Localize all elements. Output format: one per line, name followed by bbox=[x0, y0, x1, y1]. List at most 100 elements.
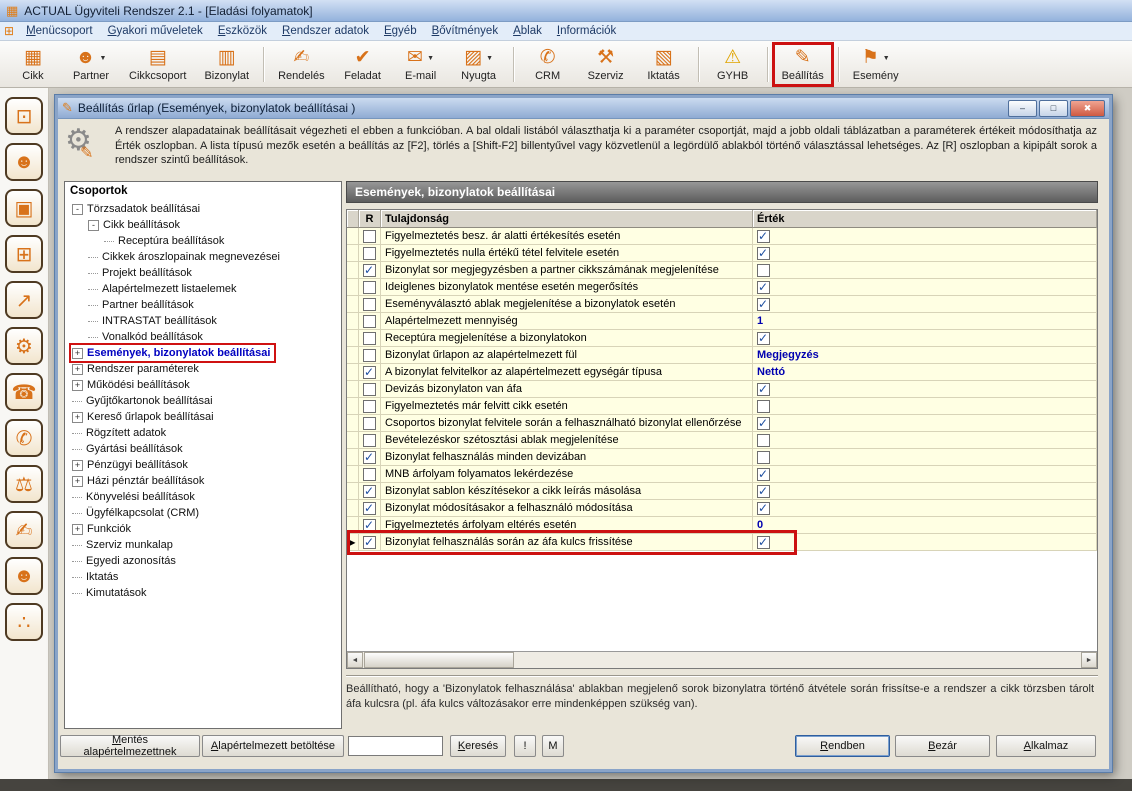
table-row[interactable]: MNB árfolyam folyamatos lekérdezése bbox=[347, 466, 1097, 483]
chart-icon[interactable]: ↗ bbox=[5, 281, 43, 319]
quick-search-input[interactable] bbox=[348, 736, 443, 756]
system-flag-cell[interactable] bbox=[359, 449, 381, 466]
tree-item[interactable]: Ügyfélkapcsolat (CRM) bbox=[71, 505, 203, 521]
system-checkbox[interactable] bbox=[363, 451, 376, 464]
value-cell[interactable] bbox=[753, 534, 1097, 551]
value-cell[interactable] bbox=[753, 228, 1097, 245]
tree-item[interactable]: Gyűjtőkartonok beállításai bbox=[71, 393, 217, 409]
tree-item[interactable]: +Funkciók bbox=[71, 521, 135, 537]
system-flag-cell[interactable] bbox=[359, 228, 381, 245]
m-button[interactable]: M bbox=[542, 735, 564, 757]
table-row[interactable]: Bizonylat űrlapon az alapértelmezett fül… bbox=[347, 347, 1097, 364]
display-icon[interactable]: ⊡ bbox=[5, 97, 43, 135]
value-cell[interactable] bbox=[753, 279, 1097, 296]
scroll-left-button[interactable]: ◄ bbox=[347, 652, 363, 668]
value-cell[interactable] bbox=[753, 381, 1097, 398]
value-cell[interactable] bbox=[753, 432, 1097, 449]
value-checkbox[interactable] bbox=[757, 536, 770, 549]
menu-item[interactable]: Rendszer adatok bbox=[275, 23, 376, 39]
table-row[interactable]: Bizonylat módosításakor a felhasználó mó… bbox=[347, 500, 1097, 517]
system-checkbox[interactable] bbox=[363, 536, 376, 549]
system-checkbox[interactable] bbox=[363, 247, 376, 260]
scroll-thumb[interactable] bbox=[364, 652, 514, 668]
value-cell[interactable]: 1 bbox=[753, 313, 1097, 330]
value-checkbox[interactable] bbox=[757, 417, 770, 430]
orgchart-icon[interactable]: ∴ bbox=[5, 603, 43, 641]
tree-item[interactable]: +Kereső űrlapok beállításai bbox=[71, 409, 218, 425]
tree-item[interactable]: Kimutatások bbox=[71, 585, 151, 601]
system-flag-cell[interactable] bbox=[359, 534, 381, 551]
call-icon[interactable]: ✆ bbox=[5, 419, 43, 457]
toolbar-order-button[interactable]: ✍Rendelés bbox=[269, 43, 333, 86]
tree-item[interactable]: +Pénzügyi beállítások bbox=[71, 457, 192, 473]
value-checkbox[interactable] bbox=[757, 264, 770, 277]
modules-icon[interactable]: ⊞ bbox=[5, 235, 43, 273]
system-flag-cell[interactable] bbox=[359, 262, 381, 279]
system-flag-cell[interactable] bbox=[359, 415, 381, 432]
system-flag-cell[interactable] bbox=[359, 245, 381, 262]
system-flag-cell[interactable] bbox=[359, 381, 381, 398]
toolbar-crm-button[interactable]: ✆CRM bbox=[519, 43, 577, 86]
maximize-button[interactable]: □ bbox=[1039, 100, 1068, 117]
value-cell[interactable] bbox=[753, 449, 1097, 466]
dropdown-caret-icon[interactable]: ▼ bbox=[427, 55, 434, 62]
tree-item[interactable]: Szerviz munkalap bbox=[71, 537, 177, 553]
table-row[interactable]: Bizonylat sor megjegyzésben a partner ci… bbox=[347, 262, 1097, 279]
system-checkbox[interactable] bbox=[363, 366, 376, 379]
tree-item[interactable]: -Cikk beállítások bbox=[87, 217, 184, 233]
minimize-button[interactable]: – bbox=[1008, 100, 1037, 117]
system-flag-cell[interactable] bbox=[359, 483, 381, 500]
tree-item[interactable]: INTRASTAT beállítások bbox=[87, 313, 221, 329]
tree-item[interactable]: +Működési beállítások bbox=[71, 377, 194, 393]
tree-item[interactable]: Partner beállítások bbox=[87, 297, 198, 313]
horizontal-scrollbar[interactable]: ◄ ► bbox=[347, 651, 1097, 668]
menu-item[interactable]: Gyakori műveletek bbox=[101, 23, 210, 39]
system-checkbox[interactable] bbox=[363, 519, 376, 532]
tree-item[interactable]: Könyvelési beállítások bbox=[71, 489, 199, 505]
table-row[interactable]: Figyelmeztetés árfolyam eltérés esetén0 bbox=[347, 517, 1097, 534]
menu-item[interactable]: Ablak bbox=[506, 23, 549, 39]
toolbar-service-button[interactable]: ⚒Szerviz bbox=[577, 43, 635, 86]
system-checkbox[interactable] bbox=[363, 468, 376, 481]
table-row[interactable]: Figyelmeztetés már felvitt cikk esetén bbox=[347, 398, 1097, 415]
value-cell[interactable]: Nettó bbox=[753, 364, 1097, 381]
tree-item[interactable]: -Törzsadatok beállításai bbox=[71, 201, 204, 217]
table-row[interactable]: Bizonylat sablon készítésekor a cikk leí… bbox=[347, 483, 1097, 500]
customer-icon[interactable]: ☻ bbox=[5, 143, 43, 181]
cart-icon[interactable]: ▣ bbox=[5, 189, 43, 227]
toolbar-receipt-button[interactable]: ▨▼Nyugta bbox=[450, 43, 508, 86]
value-cell[interactable] bbox=[753, 398, 1097, 415]
value-checkbox[interactable] bbox=[757, 247, 770, 260]
system-checkbox[interactable] bbox=[363, 315, 376, 328]
value-checkbox[interactable] bbox=[757, 400, 770, 413]
menu-item[interactable]: Menücsoport bbox=[19, 23, 100, 39]
menu-item[interactable]: Eszközök bbox=[211, 23, 274, 39]
system-flag-cell[interactable] bbox=[359, 279, 381, 296]
toolbar-partner-button[interactable]: ☻▼Partner bbox=[62, 43, 120, 86]
toolbar-task-button[interactable]: ✔Feladat bbox=[334, 43, 392, 86]
tree-item[interactable]: +Rendszer paraméterek bbox=[71, 361, 203, 377]
tree-item[interactable]: Iktatás bbox=[71, 569, 122, 585]
system-flag-cell[interactable] bbox=[359, 466, 381, 483]
tree-item[interactable]: Vonalkód beállítások bbox=[87, 329, 207, 345]
tree-item[interactable]: Rögzített adatok bbox=[71, 425, 170, 441]
value-cell[interactable] bbox=[753, 330, 1097, 347]
gears-icon[interactable]: ⚙ bbox=[5, 327, 43, 365]
apply-button[interactable]: Alkalmaz bbox=[996, 735, 1096, 757]
menu-grid-icon[interactable]: ⊞ bbox=[4, 24, 14, 38]
toolbar-event-button[interactable]: ⚑▼Esemény bbox=[844, 43, 908, 86]
tree-expand-icon[interactable]: + bbox=[72, 460, 83, 471]
menu-item[interactable]: Egyéb bbox=[377, 23, 424, 39]
system-checkbox[interactable] bbox=[363, 502, 376, 515]
value-cell[interactable] bbox=[753, 245, 1097, 262]
value-checkbox[interactable] bbox=[757, 230, 770, 243]
ok-button[interactable]: Rendben bbox=[795, 735, 890, 757]
table-row[interactable]: Devizás bizonylaton van áfa bbox=[347, 381, 1097, 398]
tree-expand-icon[interactable]: + bbox=[72, 412, 83, 423]
dropdown-caret-icon[interactable]: ▼ bbox=[100, 55, 107, 62]
tree-item[interactable]: Projekt beállítások bbox=[87, 265, 196, 281]
system-flag-cell[interactable] bbox=[359, 500, 381, 517]
table-row[interactable]: Figyelmeztetés nulla értékű tétel felvit… bbox=[347, 245, 1097, 262]
tree-item[interactable]: Gyártási beállítások bbox=[71, 441, 187, 457]
system-checkbox[interactable] bbox=[363, 417, 376, 430]
